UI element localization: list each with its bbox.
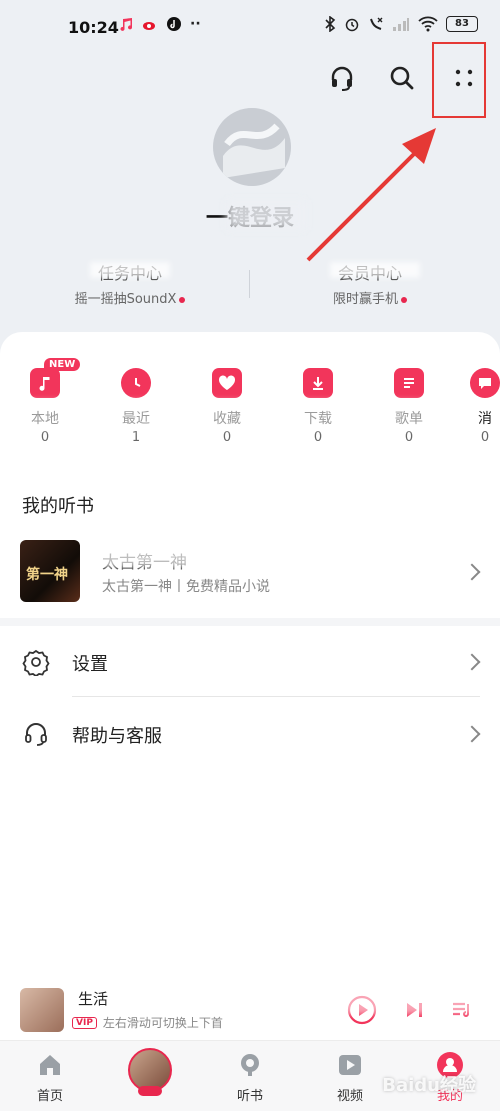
menu-label: 帮助与客服: [72, 726, 162, 747]
notification-dot: [179, 296, 186, 303]
tab-video[interactable]: 视频: [310, 1051, 390, 1104]
quick-label: 消: [478, 411, 492, 427]
tab-home[interactable]: 首页: [10, 1051, 90, 1104]
quick-count: 0: [40, 430, 50, 445]
task-center-sub: 摇一摇抽SoundX: [74, 292, 177, 307]
player-title: 生活: [78, 990, 109, 1008]
blur-overlay: [226, 200, 306, 230]
download-icon: [313, 377, 323, 390]
blur-overlay: [28, 400, 428, 430]
clock-icon: [135, 378, 141, 387]
quick-count: 0: [222, 430, 232, 445]
divider: [72, 696, 480, 697]
tab-label: 听书: [236, 1089, 263, 1104]
chevron-right-icon: [463, 563, 481, 581]
chevron-right-icon: [463, 725, 481, 743]
tab-label: 首页: [36, 1089, 63, 1104]
blur-overlay: [330, 262, 420, 278]
section-separator: [0, 618, 500, 626]
quick-count: 1: [131, 430, 141, 445]
player-cover: [20, 988, 64, 1032]
quick-count: 0: [404, 430, 414, 445]
stat-divider: [249, 270, 250, 298]
tab-audiobooks[interactable]: 听书: [210, 1051, 290, 1104]
message-icon: [479, 378, 491, 389]
avatar[interactable]: [213, 108, 291, 186]
default-avatar-icon: [213, 108, 291, 186]
tab-label: 视频: [336, 1089, 363, 1104]
book-subtitle: 太古第一神丨免费精品小说: [102, 579, 270, 595]
book-cover-title: 第一神: [26, 567, 68, 583]
now-playing-badge: [138, 1086, 162, 1096]
watermark: Baidu经验: [382, 1075, 476, 1096]
headset-icon: [25, 723, 47, 746]
music-note-icon: [39, 377, 50, 391]
podcast-icon: [241, 1054, 259, 1076]
member-center-sub: 限时赢手机: [332, 292, 398, 307]
player-hint: 左右滑动可切换上下首: [102, 1016, 223, 1030]
blur-overlay: [320, 990, 490, 1014]
heart-icon: [218, 375, 236, 390]
notification-dot: [401, 296, 407, 303]
blur-overlay: [90, 262, 170, 278]
video-icon: [339, 1055, 361, 1075]
quick-count: 0: [313, 430, 323, 445]
gear-icon: [22, 649, 50, 676]
new-badge: NEW: [44, 358, 81, 371]
blur-overlay: [98, 546, 278, 568]
menu-label: 设置: [72, 654, 108, 675]
book-cover: 第一神: [20, 540, 80, 602]
quick-item-message[interactable]: 消 0: [455, 358, 500, 445]
home-icon: [40, 1055, 60, 1075]
menu-item-settings[interactable]: 设置: [0, 626, 500, 696]
playlist-icon: [404, 378, 414, 388]
vip-badge: VIP: [72, 1016, 97, 1029]
section-title: 我的听书: [22, 496, 94, 517]
chevron-right-icon: [463, 653, 481, 671]
quick-count: 0: [480, 430, 490, 445]
menu-item-help[interactable]: 帮助与客服: [0, 698, 500, 768]
